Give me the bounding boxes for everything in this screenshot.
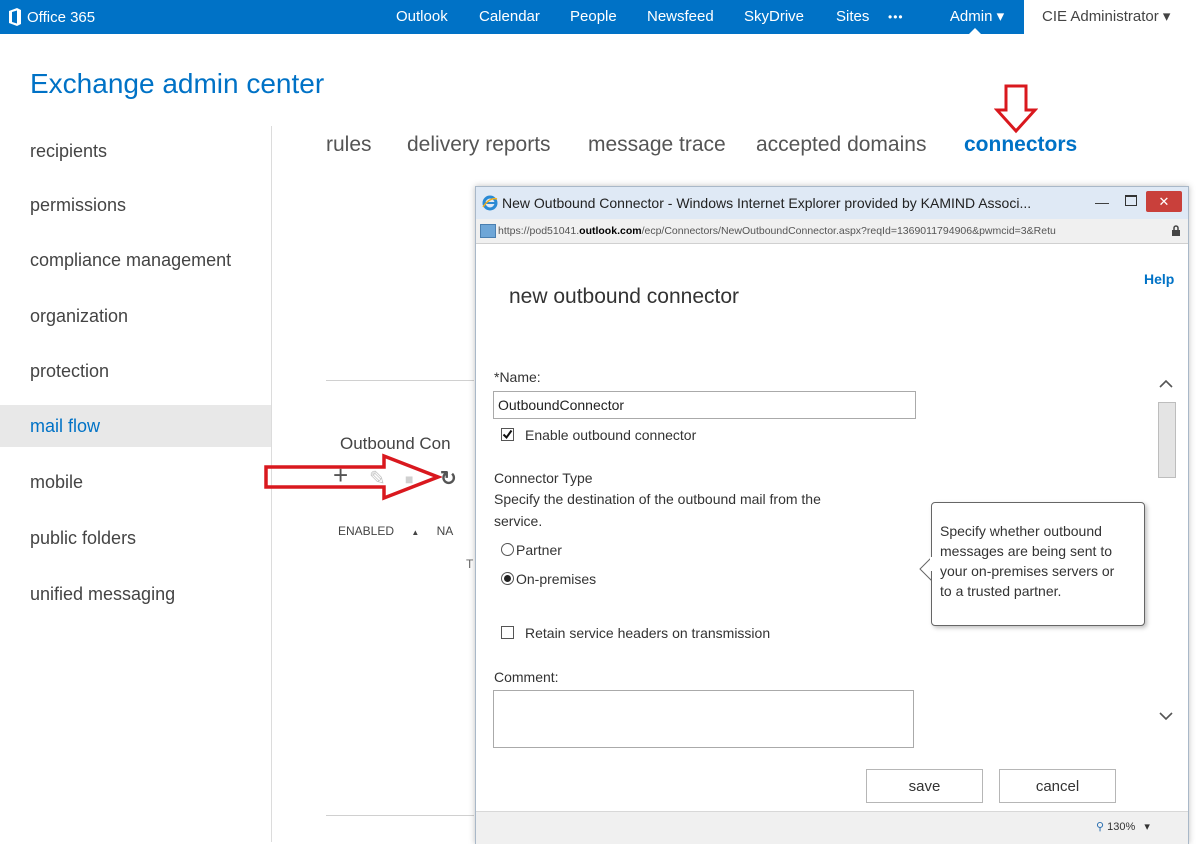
ie-icon [482,195,498,211]
name-field[interactable] [493,391,916,419]
maximize-icon [1125,195,1137,206]
sort-ascending-icon[interactable]: ▲ [411,528,419,537]
nav-newsfeed[interactable]: Newsfeed [647,0,714,34]
leftnav-mail-flow[interactable]: mail flow [0,405,271,447]
close-button[interactable]: ✕ [1146,191,1182,212]
address-bar[interactable]: https://pod51041.outlook.com/ecp/Connect… [476,219,1188,244]
column-enabled[interactable]: ENABLED [338,524,394,538]
retain-headers-checkbox[interactable] [501,626,514,639]
comment-textarea[interactable] [493,690,914,748]
zoom-control[interactable]: ⚲ 130% ▾ [1096,820,1150,833]
radio-on-premises-label: On-premises [516,571,597,587]
comment-label: Comment: [494,669,559,685]
tab-accepted-domains[interactable]: accepted domains [756,133,926,157]
leftnav-permissions[interactable]: permissions [0,184,271,226]
annotation-arrow-right-icon [264,453,442,501]
checkmark-icon [502,429,513,440]
connector-type-description-line2: service. [494,513,543,529]
connector-type-description-line1: Specify the destination of the outbound … [494,491,821,507]
active-tab-notch [969,28,981,34]
leftnav-organization[interactable]: organization [0,295,271,337]
status-bar: ⚲ 130% ▾ [476,811,1188,844]
column-name[interactable]: NA [437,524,454,538]
form-title: new outbound connector [509,285,740,308]
radio-partner-label: Partner [516,542,562,558]
name-label: *Name: [494,369,541,385]
retain-headers-label: Retain service headers on transmission [525,625,771,641]
tab-delivery-reports[interactable]: delivery reports [407,133,551,157]
partial-cell-text: T [466,557,474,571]
connector-type-heading: Connector Type [494,470,593,486]
section-label: Outbound Con [340,434,451,453]
chevron-down-icon: ▾ [1144,821,1150,833]
office-logo-icon [9,8,21,26]
annotation-arrow-down-icon [994,84,1038,134]
refresh-icon[interactable]: ↻ [440,466,457,491]
url-prefix: https://pod51041. [498,225,580,237]
tab-connectors[interactable]: connectors [964,133,1077,157]
leftnav-mobile[interactable]: mobile [0,461,271,503]
lock-icon [1172,225,1180,236]
maximize-button[interactable] [1122,193,1140,211]
minimize-button[interactable]: — [1093,193,1111,211]
radio-partner[interactable] [501,543,514,556]
leftnav-public-folders[interactable]: public folders [0,517,271,559]
nav-sites[interactable]: Sites [836,0,869,34]
brand-label: Office 365 [27,8,96,26]
content-bottom-divider [326,815,474,816]
tooltip-line: to a trusted partner. [940,583,1062,599]
tab-message-trace[interactable]: message trace [588,133,726,157]
tooltip-line: Specify whether outbound [940,523,1102,539]
nav-outlook[interactable]: Outlook [396,0,448,34]
nav-more-icon[interactable]: ••• [888,0,904,34]
enable-connector-checkbox[interactable] [501,428,514,441]
tooltip-line: your on-premises servers or [940,563,1115,579]
nav-people[interactable]: People [570,0,617,34]
window-titlebar[interactable]: New Outbound Connector - Windows Interne… [476,187,1188,219]
tab-rules[interactable]: rules [326,133,372,157]
url-path: /ecp/Connectors/NewOutboundConnector.asp… [641,225,1056,237]
zoom-level: 130% [1107,821,1136,833]
page-title: Exchange admin center [30,68,325,99]
tooltip-joint-mask [930,557,933,571]
url-domain: outlook.com [579,225,642,237]
help-link[interactable]: Help [1144,271,1174,287]
nav-calendar[interactable]: Calendar [479,0,540,34]
leftnav-compliance-management[interactable]: compliance management [0,239,271,281]
url-text[interactable]: https://pod51041.outlook.com/ecp/Connect… [498,225,1158,237]
zoom-icon: ⚲ [1096,821,1105,833]
leftnav-unified-messaging[interactable]: unified messaging [0,573,271,615]
scroll-down-icon[interactable] [1158,711,1174,721]
cancel-button[interactable]: cancel [999,769,1116,803]
connector-type-tooltip: Specify whether outbound messages are be… [931,502,1145,626]
window-title: New Outbound Connector - Windows Interne… [502,195,1032,211]
leftnav-recipients[interactable]: recipients [0,130,271,172]
scrollbar-thumb[interactable] [1158,402,1176,478]
save-button[interactable]: save [866,769,983,803]
page-icon [480,224,496,238]
nav-skydrive[interactable]: SkyDrive [744,0,804,34]
user-menu[interactable]: CIE Administrator ▾ [1024,0,1199,34]
leftnav-protection[interactable]: protection [0,350,271,392]
column-headers: ENABLED ▲ NA [338,524,453,538]
radio-on-premises[interactable] [501,572,514,585]
tooltip-line: messages are being sent to [940,543,1112,559]
scroll-up-icon[interactable] [1158,379,1174,389]
content-divider [326,380,474,381]
office365-logo[interactable]: Office 365 [8,7,95,27]
enable-connector-label: Enable outbound connector [525,427,697,443]
